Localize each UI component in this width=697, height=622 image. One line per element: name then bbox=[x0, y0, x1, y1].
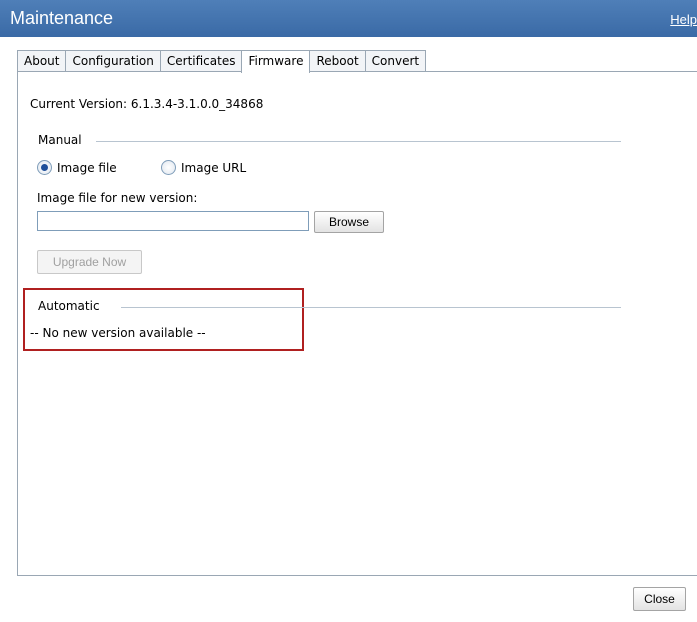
tab-reboot[interactable]: Reboot bbox=[309, 50, 366, 71]
current-version-text: Current Version: 6.1.3.4-3.1.0.0_34868 bbox=[30, 97, 264, 111]
manual-legend: Manual bbox=[38, 133, 82, 147]
image-url-radio-label: Image URL bbox=[181, 161, 247, 175]
browse-button[interactable]: Browse bbox=[314, 211, 384, 233]
no-new-version-text: -- No new version available -- bbox=[30, 326, 206, 340]
automatic-highlight-box bbox=[23, 288, 304, 351]
upgrade-now-button[interactable]: Upgrade Now bbox=[37, 250, 142, 274]
image-file-radio[interactable] bbox=[37, 160, 52, 175]
tab-configuration[interactable]: Configuration bbox=[65, 50, 161, 71]
image-file-input[interactable] bbox=[37, 211, 309, 231]
window-title: Maintenance bbox=[10, 8, 114, 28]
tab-bar: About Configuration Certificates Firmwar… bbox=[17, 50, 427, 73]
close-button[interactable]: Close bbox=[633, 587, 686, 611]
tab-about[interactable]: About bbox=[17, 50, 67, 71]
image-file-radio-label: Image file bbox=[57, 161, 117, 175]
image-file-label: Image file for new version: bbox=[37, 191, 198, 205]
manual-divider bbox=[96, 141, 621, 142]
tab-certificates[interactable]: Certificates bbox=[159, 50, 243, 71]
image-url-radio[interactable] bbox=[161, 160, 176, 175]
automatic-legend: Automatic bbox=[38, 299, 100, 313]
tab-convert[interactable]: Convert bbox=[364, 50, 427, 71]
tab-firmware[interactable]: Firmware bbox=[241, 50, 311, 73]
help-link[interactable]: Help bbox=[670, 12, 697, 27]
firmware-panel: Current Version: 6.1.3.4-3.1.0.0_34868 M… bbox=[17, 71, 697, 576]
title-bar: Maintenance Help bbox=[0, 0, 697, 37]
automatic-divider bbox=[121, 307, 621, 308]
